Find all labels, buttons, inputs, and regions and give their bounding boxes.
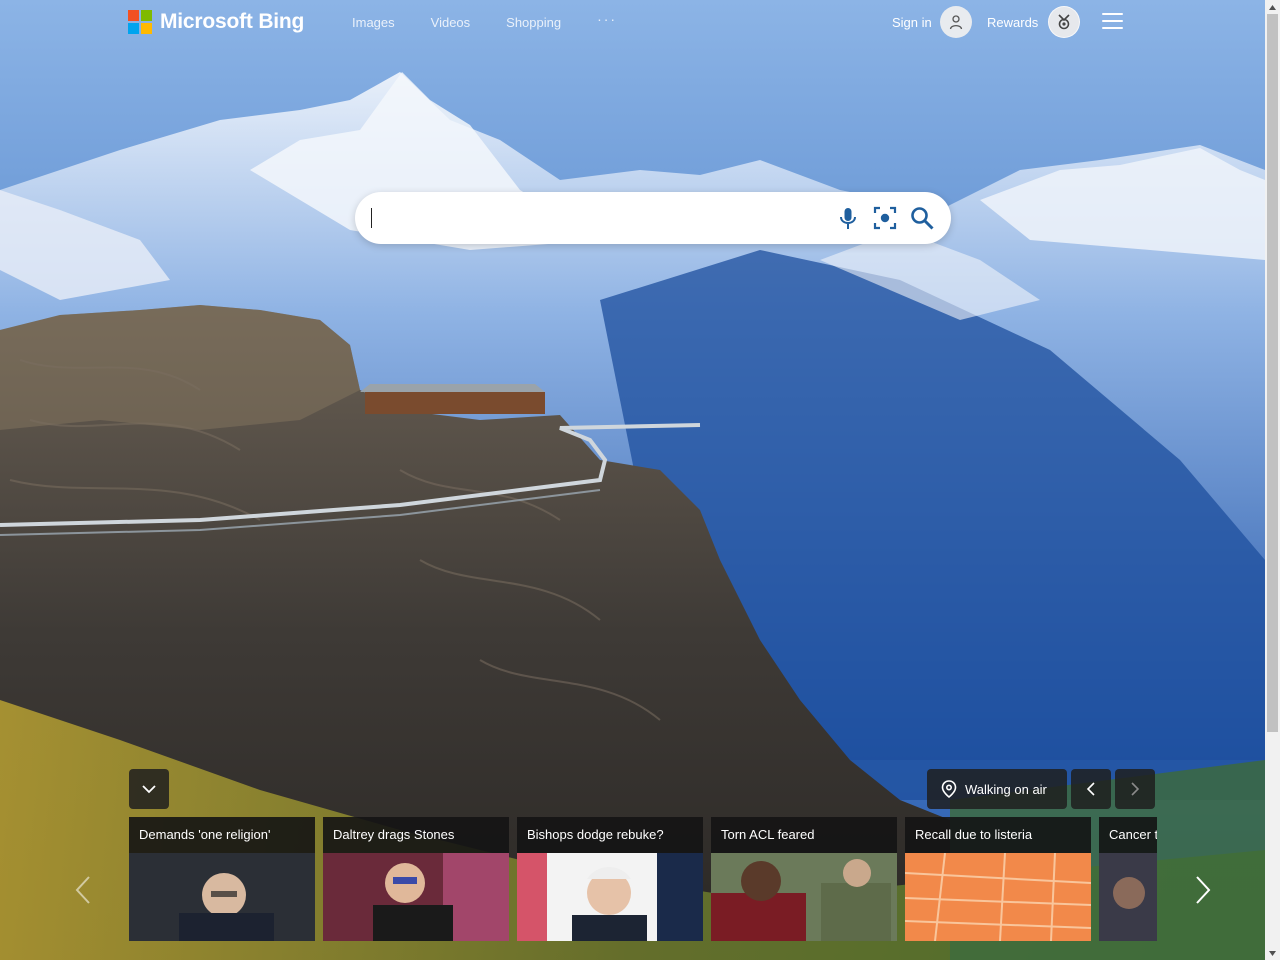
nav-videos[interactable]: Videos (413, 16, 489, 30)
bing-logo[interactable]: Microsoft Bing (128, 10, 304, 34)
image-info-button[interactable]: Walking on air (927, 769, 1067, 809)
news-title: Daltrey drags Stones (323, 817, 509, 853)
news-card[interactable]: Cancer t (1099, 817, 1157, 941)
news-carousel: Demands 'one religion' Daltrey drags Sto… (129, 817, 1157, 941)
search-input[interactable] (371, 202, 815, 236)
microsoft-logo-icon (128, 10, 152, 34)
news-thumbnail (711, 853, 897, 941)
location-pin-icon (941, 780, 957, 798)
news-card[interactable]: Recall due to listeria (905, 817, 1091, 941)
news-card[interactable]: Torn ACL feared (711, 817, 897, 941)
previous-image-button[interactable] (1071, 769, 1111, 809)
news-card[interactable]: Bishops dodge rebuke? (517, 817, 703, 941)
rewards-medal-icon (1048, 6, 1081, 38)
vertical-scrollbar[interactable] (1265, 0, 1280, 960)
chevron-right-icon (1196, 876, 1211, 904)
news-title: Cancer t (1099, 817, 1157, 853)
news-title: Bishops dodge rebuke? (517, 817, 703, 853)
news-card[interactable]: Daltrey drags Stones (323, 817, 509, 941)
scroll-up-arrow-icon[interactable] (1265, 0, 1280, 14)
microphone-icon[interactable] (835, 205, 861, 231)
news-previous-button[interactable] (68, 870, 98, 910)
news-title: Torn ACL feared (711, 817, 897, 853)
search-icon[interactable] (909, 205, 935, 231)
top-nav: Images Videos Shopping ··· (352, 12, 635, 30)
nav-more-button[interactable]: ··· (579, 12, 635, 28)
chevron-down-icon (142, 785, 156, 794)
news-title: Recall due to listeria (905, 817, 1091, 853)
news-thumbnail (1099, 853, 1157, 941)
nav-images[interactable]: Images (352, 16, 413, 30)
news-next-button[interactable] (1188, 870, 1218, 910)
rewards-button[interactable]: Rewards (987, 6, 1081, 38)
news-thumbnail (129, 853, 315, 941)
avatar-icon (939, 6, 972, 38)
news-thumbnail (517, 853, 703, 941)
nav-shopping[interactable]: Shopping (488, 16, 579, 30)
news-thumbnail (323, 853, 509, 941)
next-image-button[interactable] (1115, 769, 1155, 809)
news-thumbnail (905, 853, 1091, 941)
logo-text: Microsoft Bing (160, 10, 305, 33)
rewards-label: Rewards (987, 14, 1039, 30)
text-caret (371, 208, 372, 228)
hamburger-menu-icon[interactable] (1102, 13, 1123, 29)
scroll-down-arrow-icon[interactable] (1265, 946, 1280, 960)
chevron-left-icon (1086, 782, 1095, 796)
image-title: Walking on air (965, 781, 1047, 797)
news-title: Demands 'one religion' (129, 817, 315, 853)
scrollbar-thumb[interactable] (1267, 14, 1278, 732)
background-image (0, 0, 1265, 960)
visual-search-icon[interactable] (872, 205, 898, 231)
chevron-right-icon (1131, 782, 1140, 796)
news-card[interactable]: Demands 'one religion' (129, 817, 315, 941)
sign-in-label: Sign in (892, 14, 932, 30)
sign-in-button[interactable]: Sign in (892, 6, 972, 38)
collapse-feed-button[interactable] (129, 769, 169, 809)
search-box (355, 192, 951, 244)
chevron-left-icon (75, 876, 90, 904)
